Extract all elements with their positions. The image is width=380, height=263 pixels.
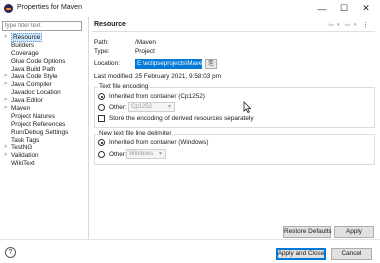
window-title: Properties for Maven — [17, 4, 82, 11]
view-menu-icon[interactable]: ⋮ — [362, 21, 369, 29]
expand-arrow-icon[interactable]: > — [4, 105, 7, 113]
sidebar-item-maven[interactable]: > Maven — [0, 105, 89, 113]
sidebar-item-label: Task Tags — [11, 136, 40, 144]
encoding-combo-value: Cp1252 — [131, 104, 153, 110]
expand-arrow-icon[interactable]: > — [4, 34, 7, 42]
delimiter-inherited-label: Inherited from container (Windows) — [109, 139, 209, 146]
sidebar-item-label: Maven — [11, 105, 31, 113]
expand-arrow-icon[interactable]: > — [4, 81, 7, 89]
cancel-button[interactable]: Cancel — [331, 248, 372, 260]
store-encoding-checkbox[interactable] — [98, 115, 105, 122]
expand-arrow-icon[interactable]: > — [4, 144, 7, 152]
path-label: Path: — [94, 39, 109, 46]
sidebar-item-label: Java Editor — [11, 97, 43, 105]
encoding-inherited-radio[interactable] — [98, 93, 105, 100]
help-icon[interactable]: ? — [5, 247, 16, 258]
sidebar-item-label: Run/Debug Settings — [11, 128, 69, 136]
back-menu-icon[interactable]: ▾ — [337, 22, 340, 28]
settings-tree: > Resource Builders Coverage Glue Code Optio… — [0, 33, 89, 168]
close-button[interactable]: ✕ — [356, 2, 376, 15]
delimiter-combo-value: Windows — [129, 151, 154, 157]
sidebar-item-java-editor[interactable]: > Java Editor — [0, 97, 89, 105]
filter-input[interactable] — [2, 21, 82, 31]
apply-button[interactable]: Apply — [334, 226, 374, 238]
chevron-down-icon: ▼ — [158, 151, 163, 157]
sidebar-item-label: TestNG — [11, 144, 33, 152]
delimiter-combo[interactable]: Windows ▼ — [126, 149, 166, 159]
store-encoding-label: Store the encoding of derived resources … — [109, 115, 254, 122]
sidebar-item-wikitext[interactable]: WikiText — [0, 160, 89, 168]
expand-arrow-icon[interactable]: > — [4, 73, 7, 81]
sidebar-item-label: Project References — [11, 120, 66, 128]
sidebar-item-label: Coverage — [11, 49, 39, 57]
sidebar-item-label: WikiText — [11, 160, 35, 168]
minimize-button[interactable]: — — [312, 2, 332, 15]
sidebar-item-validation[interactable]: > Validation — [0, 152, 89, 160]
forward-arrow-icon[interactable]: ⇨ — [345, 21, 351, 29]
sidebar-item-testng[interactable]: > TestNG — [0, 144, 89, 152]
sidebar-item-resource[interactable]: > Resource — [0, 33, 89, 42]
last-modified-value: 25 February 2021, 9:58:03 pm — [135, 73, 221, 80]
encoding-combo[interactable]: Cp1252 ▼ — [128, 102, 175, 112]
sidebar-item-run-debug-settings[interactable]: Run/Debug Settings — [0, 129, 89, 137]
page-title: Resource — [94, 21, 126, 28]
expand-arrow-icon[interactable]: > — [4, 97, 7, 105]
sidebar-item-label: Validation — [11, 152, 39, 160]
sidebar-item-java-build-path[interactable]: Java Build Path — [0, 66, 89, 74]
sidebar-item-label: Resource — [11, 33, 43, 42]
sidebar-item-label: Java Compiler — [11, 81, 52, 89]
restore-defaults-button[interactable]: Restore Defaults — [283, 226, 332, 238]
sidebar-item-javadoc-location[interactable]: Javadoc Location — [0, 89, 89, 97]
sidebar-item-label: Java Code Style — [11, 73, 58, 81]
path-value: /Maven — [135, 39, 156, 46]
sidebar-item-java-code-style[interactable]: > Java Code Style — [0, 73, 89, 81]
back-arrow-icon[interactable]: ⇦ — [328, 21, 334, 29]
sidebar-item-label: Builders — [11, 41, 35, 49]
delimiter-other-label: Other: — [109, 151, 127, 158]
mouse-pointer-icon — [243, 101, 251, 113]
chevron-down-icon: ▼ — [167, 104, 172, 110]
sidebar-item-task-tags[interactable]: Task Tags — [0, 137, 89, 145]
type-value: Project — [135, 48, 155, 55]
sidebar-item-label: Project Natures — [11, 112, 56, 120]
sidebar-item-label: Java Build Path — [11, 65, 56, 73]
sidebar-item-java-compiler[interactable]: > Java Compiler — [0, 81, 89, 89]
delimiter-group-title: New text file line delimiter — [98, 130, 173, 137]
location-label: Location: — [94, 60, 120, 67]
sidebar-item-glue-code-options[interactable]: Glue Code Options — [0, 58, 89, 66]
type-label: Type: — [94, 48, 110, 55]
sidebar-item-builders[interactable]: Builders — [0, 42, 89, 50]
sidebar-item-coverage[interactable]: Coverage — [0, 50, 89, 58]
sidebar-item-label: Glue Code Options — [11, 57, 66, 65]
dialog-footer: ? Apply and Close Cancel — [0, 239, 380, 263]
show-in-explorer-button[interactable]: ⎘ — [205, 59, 217, 69]
encoding-other-label: Other: — [109, 104, 127, 111]
location-field[interactable]: E:\eclipseprojects\Maven — [135, 59, 202, 69]
eclipse-logo-icon — [4, 4, 13, 13]
maximize-button[interactable]: ☐ — [334, 2, 354, 15]
last-modified-label: Last modified: — [94, 73, 134, 80]
sidebar-item-project-references[interactable]: Project References — [0, 121, 89, 129]
title-bar: Properties for Maven — ☐ ✕ — [0, 0, 380, 17]
delimiter-other-radio[interactable] — [98, 151, 105, 158]
encoding-inherited-label: Inherited from container (Cp1252) — [109, 93, 205, 100]
sidebar-item-project-natures[interactable]: Project Natures — [0, 113, 89, 121]
page-header: Resource ⇦ ▾ ⇨ ▾ ⋮ — [92, 17, 375, 32]
sidebar-item-label: Javadoc Location — [11, 89, 61, 97]
forward-menu-icon[interactable]: ▾ — [354, 22, 357, 28]
delimiter-inherited-radio[interactable] — [98, 139, 105, 146]
expand-arrow-icon[interactable]: > — [4, 152, 7, 160]
resource-page: Resource ⇦ ▾ ⇨ ▾ ⋮ Path: /Maven Type: Pr… — [92, 17, 380, 239]
sidebar: > ResourceBuildersCoverageGlue Code Optio… — [0, 17, 89, 239]
encoding-other-radio[interactable] — [98, 104, 105, 111]
encoding-group-title: Text file encoding — [98, 83, 150, 90]
apply-and-close-button[interactable]: Apply and Close — [276, 248, 326, 260]
